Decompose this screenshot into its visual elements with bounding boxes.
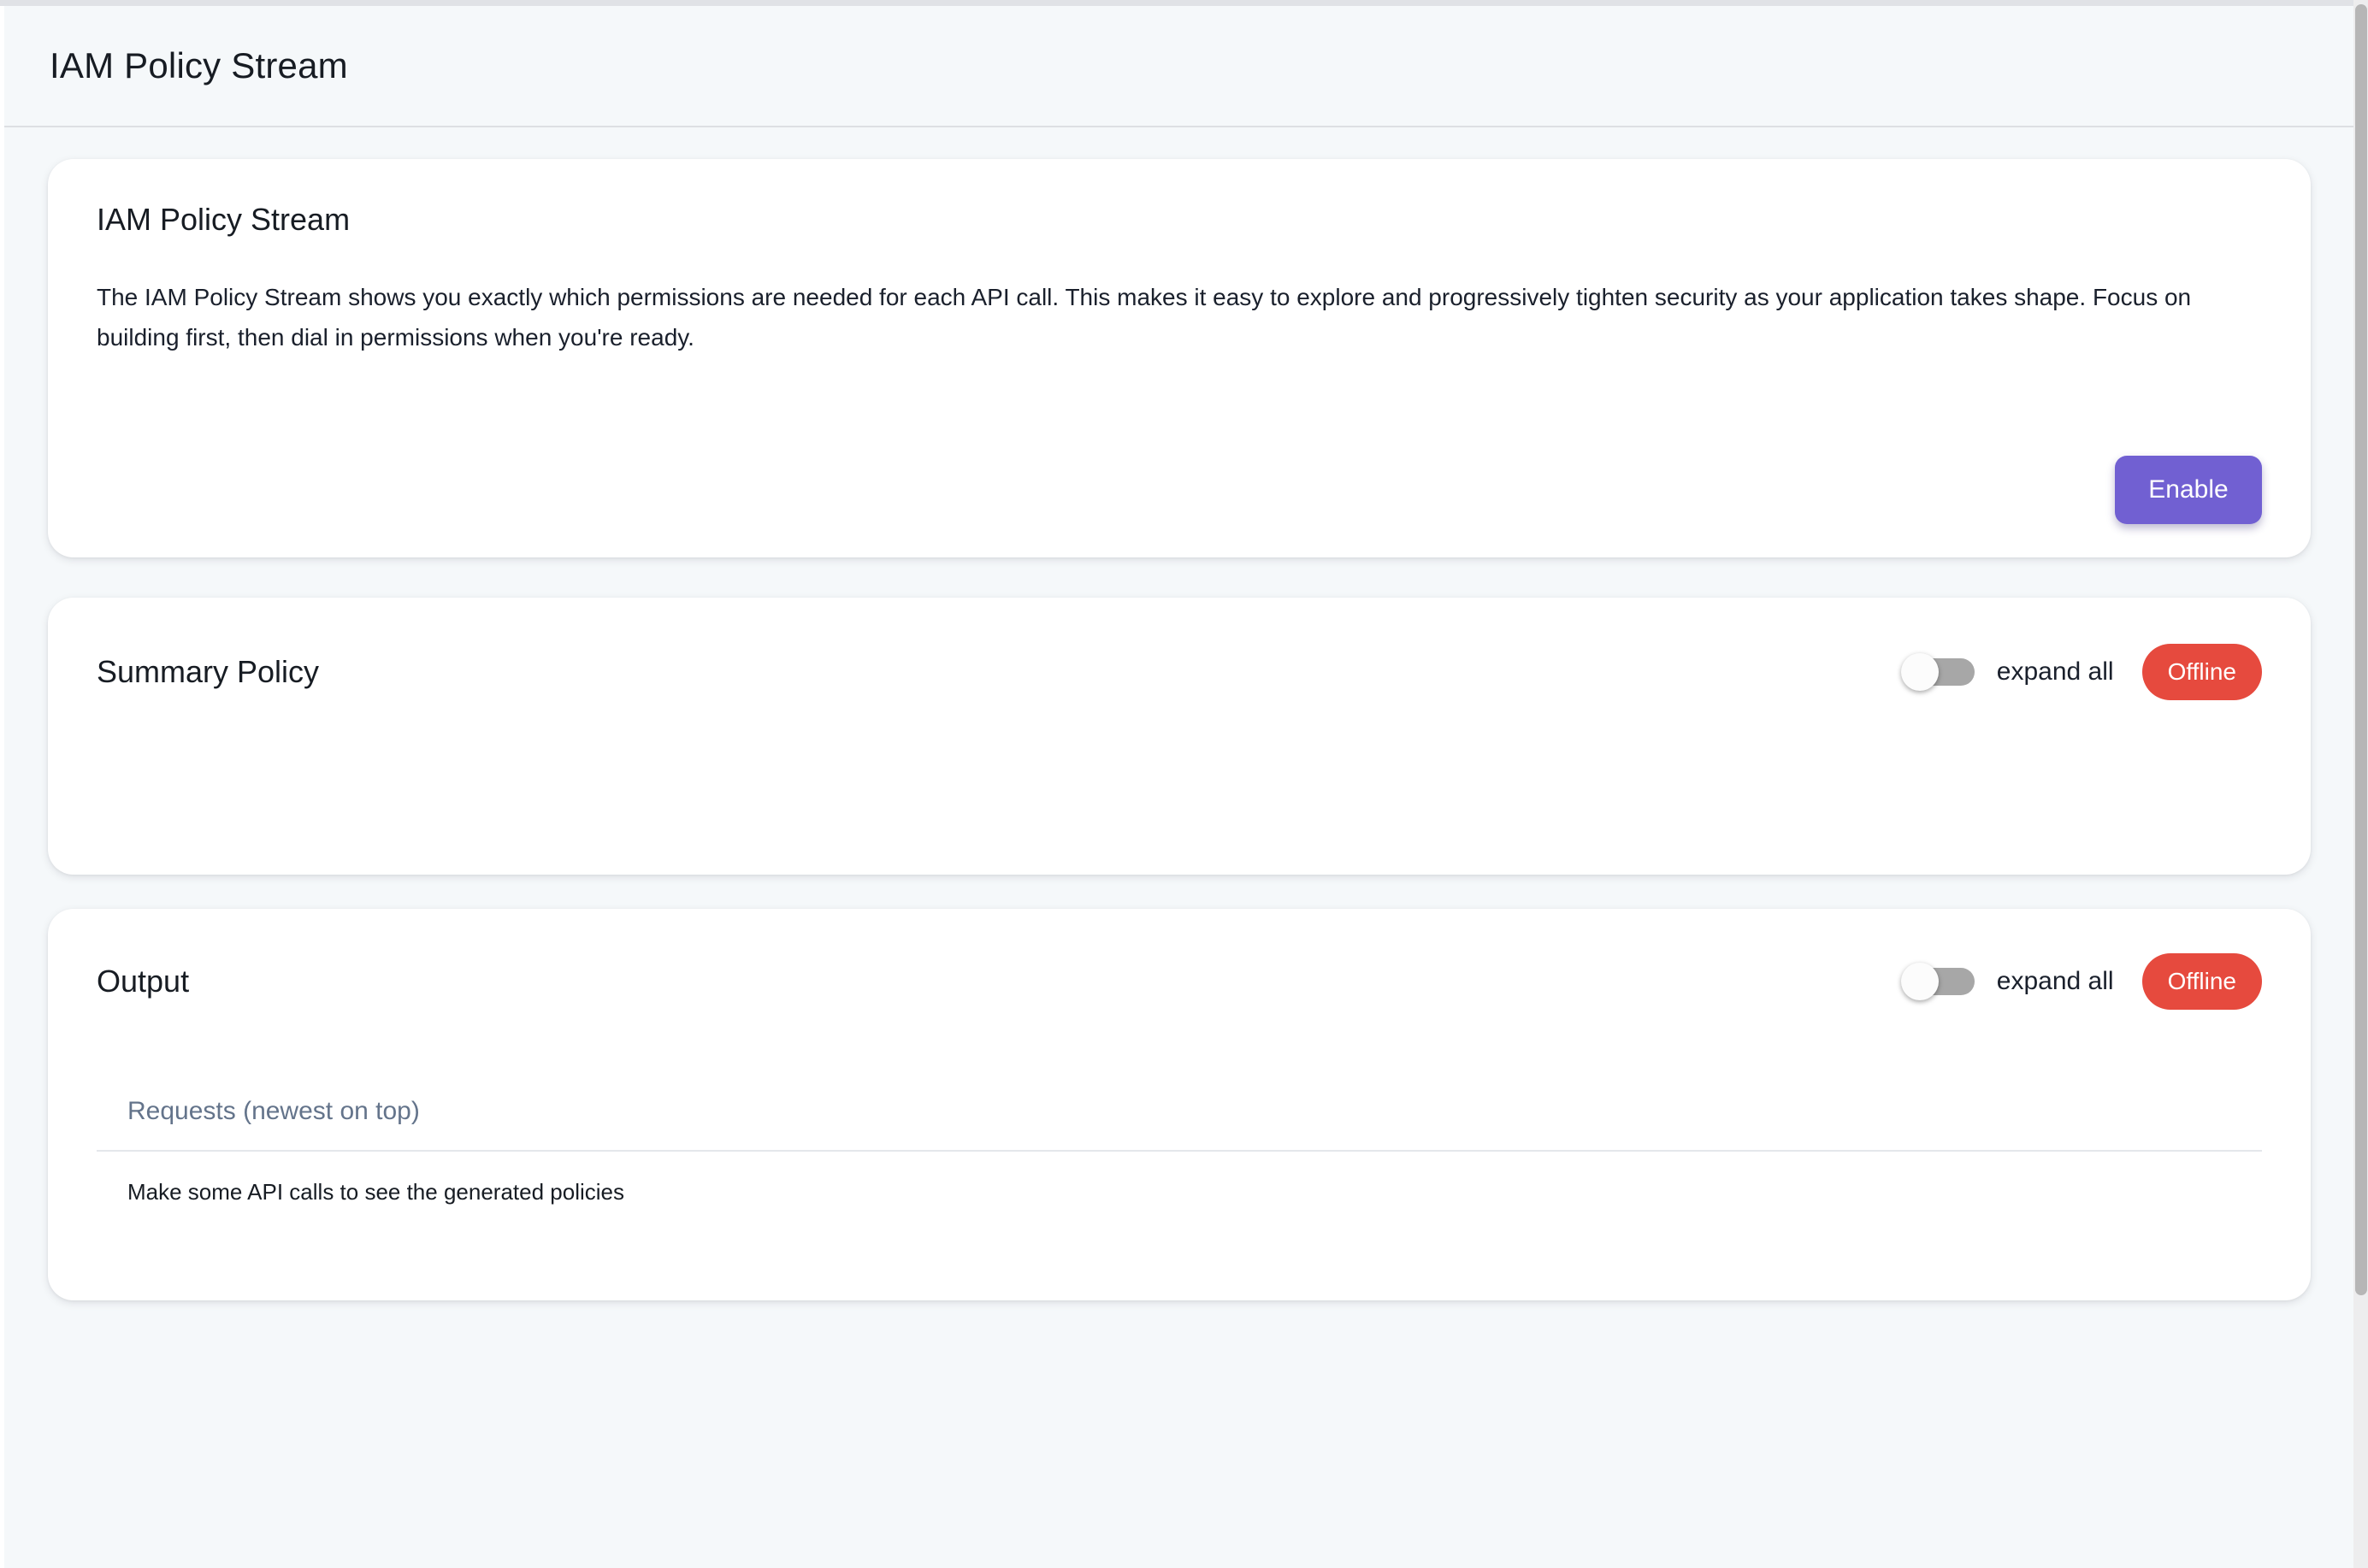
browser-top-strip <box>0 0 2353 6</box>
window-left-edge <box>0 6 4 1568</box>
intro-card-description: The IAM Policy Stream shows you exactly … <box>97 277 2239 357</box>
summary-policy-heading: Summary Policy <box>97 654 1903 690</box>
requests-section-heading: Requests (newest on top) <box>127 1097 2262 1126</box>
requests-divider <box>97 1150 2262 1152</box>
summary-policy-card: Summary Policy expand all Offline <box>48 598 2311 875</box>
output-card: Output expand all Offline Requests (newe… <box>48 909 2311 1300</box>
output-status-badge: Offline <box>2142 953 2262 1010</box>
summary-status-badge: Offline <box>2142 644 2262 700</box>
summary-expand-all-toggle[interactable] <box>1903 658 1975 686</box>
intro-card-heading: IAM Policy Stream <box>97 159 2262 238</box>
summary-expand-all-label: expand all <box>1997 657 2114 687</box>
page-title: IAM Policy Stream <box>50 45 348 86</box>
iam-policy-stream-page: IAM Policy Stream IAM Policy Stream The … <box>4 6 2353 1568</box>
scrollbar-thumb[interactable] <box>2355 4 2367 1295</box>
intro-card: IAM Policy Stream The IAM Policy Stream … <box>48 159 2311 557</box>
enable-button[interactable]: Enable <box>2115 456 2262 524</box>
toggle-knob <box>1901 963 1939 1000</box>
intro-card-actions: Enable <box>97 456 2262 557</box>
page-header: IAM Policy Stream <box>4 6 2353 127</box>
output-expand-all-label: expand all <box>1997 967 2114 996</box>
scrollbar-track[interactable] <box>2353 0 2368 1568</box>
output-expand-all-toggle[interactable] <box>1903 968 1975 995</box>
requests-empty-message: Make some API calls to see the generated… <box>127 1179 2262 1205</box>
output-header-row: Output expand all Offline <box>97 909 2262 1010</box>
output-heading: Output <box>97 964 1903 999</box>
main-content: IAM Policy Stream The IAM Policy Stream … <box>4 159 2353 1300</box>
summary-policy-header-row: Summary Policy expand all Offline <box>97 598 2262 700</box>
toggle-knob <box>1901 653 1939 691</box>
